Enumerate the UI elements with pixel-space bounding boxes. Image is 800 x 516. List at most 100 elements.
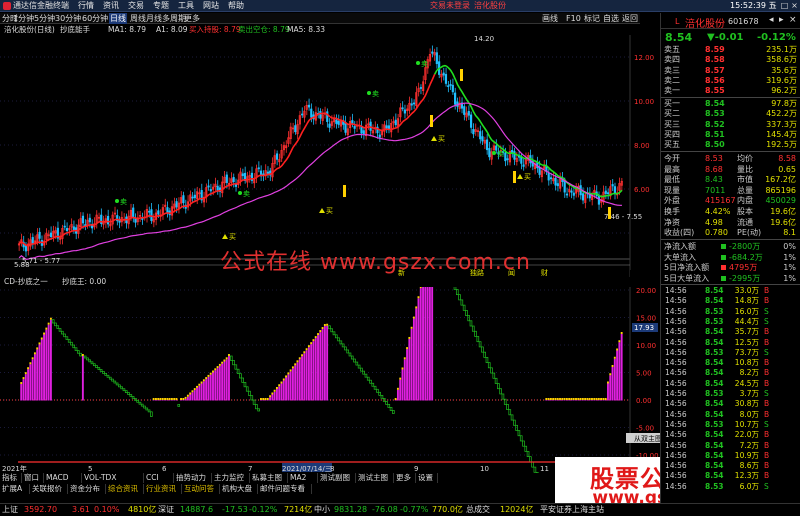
bottom-tab2-4[interactable]: 行业资讯 [144,484,182,494]
candlestick-chart[interactable]: 12.0010.008.006.0014.205.887.46 - 7.555.… [0,35,660,277]
trade-direction: B [764,409,770,419]
toolbar-item-8[interactable]: 多周期 [162,13,186,24]
indicator-bar [403,359,406,401]
menu-news[interactable]: 资讯 [103,0,119,12]
current-stock-link[interactable]: 涪化股份 [474,0,506,12]
trade-time: 14:56 [665,430,687,440]
sh-index-name[interactable]: 上证 [2,504,18,516]
indicator-axis-label: 15.00 [636,315,656,323]
prev-arrow-icon[interactable]: ◂ [769,15,774,25]
toolbar-item-1[interactable]: 1分钟 [13,13,34,24]
indicator-bar [559,400,561,401]
indicator-bar [321,329,324,401]
indicator-cap [22,377,25,380]
menu-sites[interactable]: 网站 [203,0,219,12]
bottom-tab-7[interactable]: 私募主图 [250,473,288,483]
bottom-tab2-5[interactable]: 互动问答 [182,484,220,494]
next-arrow-icon[interactable]: ▸ [779,15,784,25]
stat-value-2: 19.6亿 [770,207,796,216]
sz-index-name[interactable]: 深证 [158,504,174,516]
indicator-cap [321,327,324,330]
toolbar-right-item-4[interactable]: 返回 [622,13,638,24]
bottom-tab-1[interactable]: 窗口 [22,473,44,483]
indicator-cap [581,398,584,400]
bottom-tab2-3[interactable]: 综合资讯 [106,484,144,494]
stat-value: 8.53 [705,154,723,163]
indicator-cap [597,398,600,400]
bottom-tab-8[interactable]: MA2 [288,473,318,483]
indicator-bar [198,385,201,401]
bottom-tab-9[interactable]: 测试副图 [318,473,356,483]
indicator-bar [273,391,276,401]
trade-time: 14:56 [665,481,687,491]
indicator-bar [175,400,178,401]
ask-row: 卖三 8.57 35.6万 [661,66,800,76]
indicator-cap [410,326,413,329]
bid-volume: 337.3万 [766,119,797,129]
indicator-axis-label: -5.00 [636,425,654,433]
toolbar-item-3[interactable]: 30分钟 [55,13,81,24]
indicator-bar [161,400,164,401]
month-label: 11 [540,465,549,473]
menu-tools[interactable]: 工具 [178,0,194,12]
sell-dot-icon [367,91,371,95]
indicator-chart[interactable]: 30.0025.0020.0015.0010.005.000.00-5.00-1… [0,287,660,473]
bottom-tab2-1[interactable]: 关联报价 [30,484,68,494]
toolbar-right-item-2[interactable]: 标记 [584,13,600,24]
bottom-tab2-7[interactable]: 邮件问题专看 [258,484,312,494]
bid-label: 买一 [664,99,680,108]
indicator-cap [307,345,310,348]
indicator-cap [173,398,176,400]
stock-name[interactable]: 涪化股份 [685,15,725,30]
menu-topics[interactable]: 专题 [153,0,169,12]
ask-volume: 235.1万 [766,45,797,54]
maximize-icon[interactable]: □ [780,1,789,10]
indicator-cap [565,398,568,400]
bottom-tab-2[interactable]: MACD [44,473,82,483]
toolbar-item-5[interactable]: 日线 [109,13,127,24]
menu-help[interactable]: 帮助 [228,0,244,12]
bottom-tab-3[interactable]: VOL-TDX [82,473,144,483]
toolbar-right-item-3[interactable]: 自选 [603,13,619,24]
toolbar-item-6[interactable]: 周线 [130,13,146,24]
bottom-tab-6[interactable]: 主力监控 [212,473,250,483]
bottom-tab2-6[interactable]: 机构大盘 [220,484,258,494]
toolbar-item-4[interactable]: 60分钟 [82,13,108,24]
indicator-cap [271,392,274,395]
minimize-icon[interactable]: – [770,1,779,10]
menu-quotes[interactable]: 行情 [78,0,94,12]
indicator-cap [170,398,173,400]
panel-close-icon[interactable]: × [789,15,797,25]
status-bar: 上证 3592.70 3.61 0.10% 4810亿 深证 14887.6 -… [0,503,800,516]
indicator-bar [212,372,214,401]
bottom-tab-0[interactable]: 指标 [0,473,22,483]
close-icon[interactable]: × [790,1,799,10]
toolbar-item-9[interactable]: 更多 [184,13,200,24]
toolbar-right-item-0[interactable]: 画线 [542,13,558,24]
toolbar-right-item-1[interactable]: F10 [566,13,581,24]
bottom-tab2-2[interactable]: 资金分布 [68,484,106,494]
bottom-tab-11[interactable]: 更多 [394,473,416,483]
indicator-cap [159,398,162,400]
trade-row: 14:56 8.54 33.0万 B [661,286,800,296]
indicator-cap [40,337,43,340]
indicator-bar [20,384,23,401]
sme-index-name[interactable]: 中小 [314,504,330,516]
bottom-tab-10[interactable]: 测试主图 [356,473,394,483]
toolbar-item-7[interactable]: 月线 [146,13,162,24]
bottom-tab-5[interactable]: 抽势动力 [174,473,212,483]
indicator-cap [319,330,322,333]
quote-header: L 涪化股份 601678 ◂ ▸ × [661,13,800,30]
bottom-tab2-0[interactable]: 扩展A [0,484,30,494]
trade-direction: B [764,461,770,471]
bid-label: 买四 [664,129,680,139]
trade-volume: 33.0万 [734,286,759,295]
bottom-tab-12[interactable]: 设置 [416,473,438,483]
news-marker[interactable]: 财 [541,268,548,277]
candle [150,209,153,221]
bottom-tab-4[interactable]: CCI [144,473,174,483]
candle [157,210,160,215]
toolbar-item-2[interactable]: 5分钟 [34,13,55,24]
menu-trade[interactable]: 交易 [128,0,144,12]
trade-login-link[interactable]: 交易未登录 [430,0,470,12]
